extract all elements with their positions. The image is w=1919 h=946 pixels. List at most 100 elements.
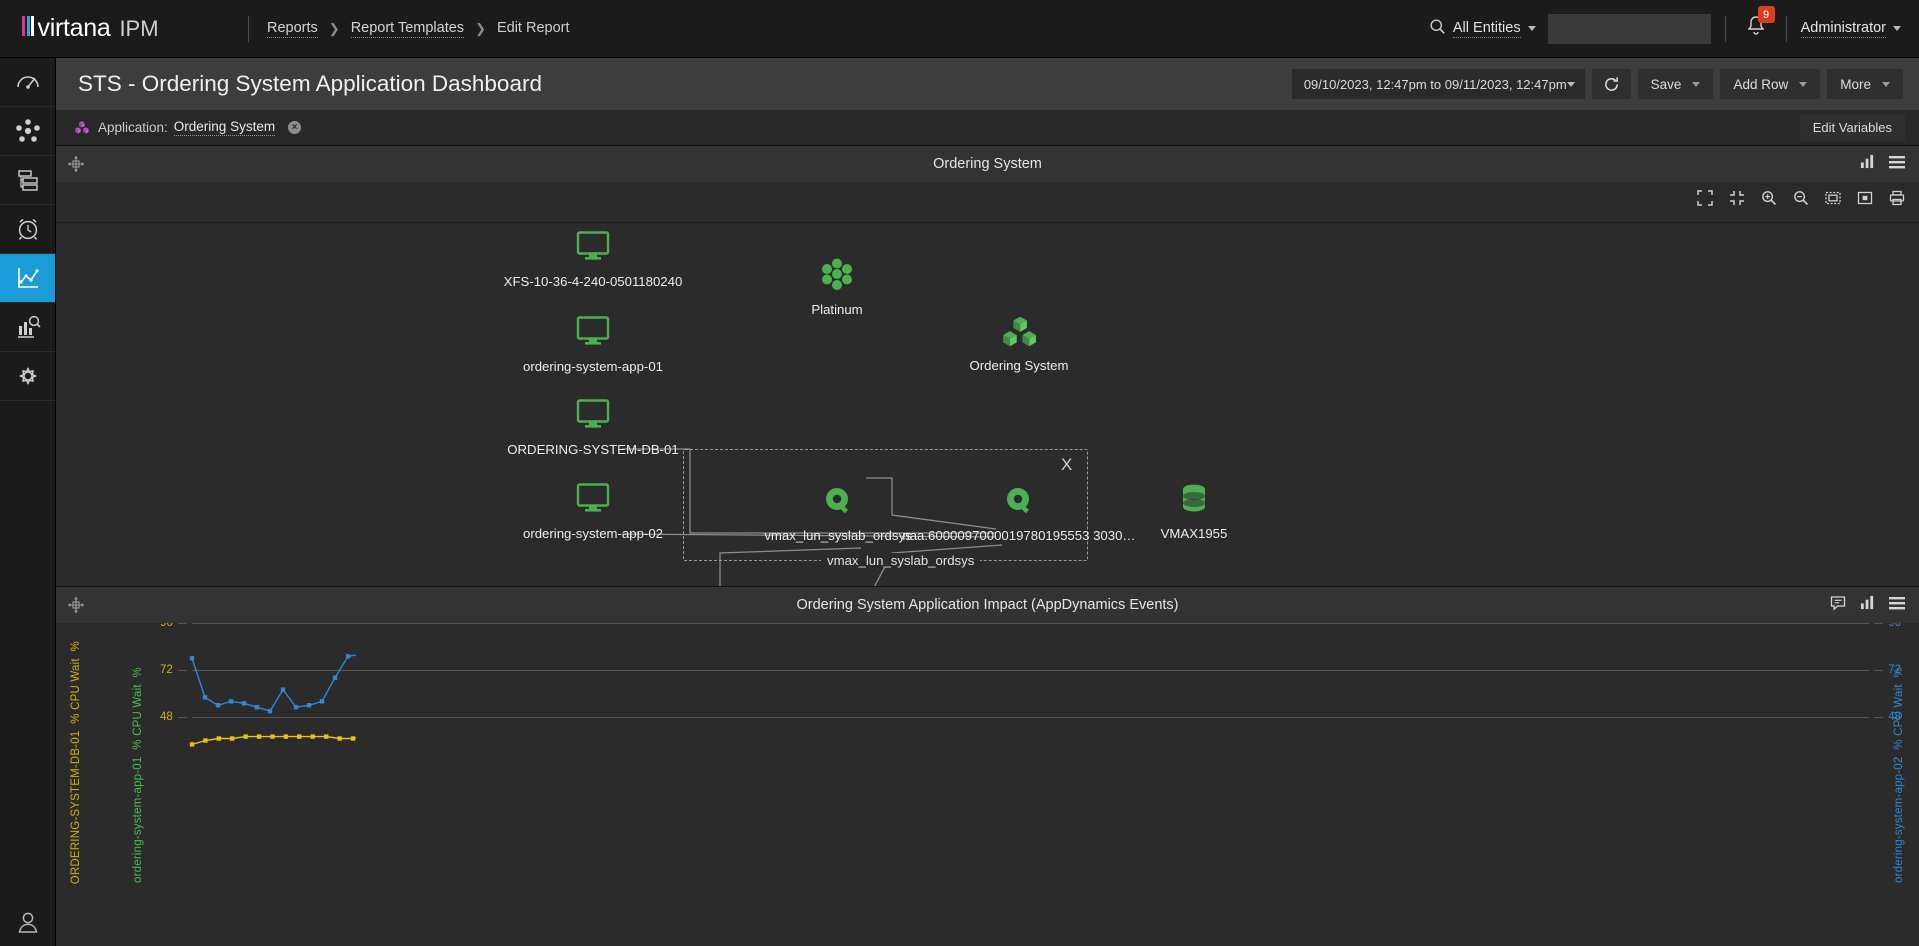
chart-data-point xyxy=(256,734,262,739)
annotation-icon[interactable] xyxy=(1830,595,1846,616)
search-icon[interactable] xyxy=(1429,18,1446,40)
date-range-picker[interactable]: 09/10/2023, 12:47pm to 09/11/2023, 12:47… xyxy=(1291,69,1585,99)
topology-node-application[interactable] xyxy=(997,315,1041,349)
app-body: STS - Ordering System Application Dashbo… xyxy=(0,58,1919,946)
sidebar-item-settings[interactable] xyxy=(0,352,55,401)
collapse-icon[interactable] xyxy=(1729,190,1745,211)
hamburger-menu-icon[interactable] xyxy=(1889,155,1905,174)
refresh-button[interactable] xyxy=(1591,69,1631,99)
chart-data-point xyxy=(337,736,342,741)
sidebar-item-topology[interactable] xyxy=(0,107,55,156)
topology-node-storage-array[interactable] xyxy=(1178,483,1210,517)
bar-chart-search-icon xyxy=(17,315,41,338)
variable-value[interactable]: Ordering System xyxy=(173,119,276,136)
chevron-down-icon[interactable] xyxy=(1882,81,1890,87)
bar-chart-icon[interactable] xyxy=(1860,154,1875,174)
topology-node-vm[interactable] xyxy=(561,231,625,261)
brand-product: IPM xyxy=(119,16,159,41)
chart-tickmark xyxy=(1874,717,1883,718)
topology-node-lun[interactable] xyxy=(822,485,854,517)
breadcrumb-item-edit-report: Edit Report xyxy=(496,20,570,36)
more-button[interactable]: More xyxy=(1827,69,1903,99)
chevron-down-icon[interactable] xyxy=(1799,81,1808,87)
print-icon[interactable] xyxy=(1889,190,1905,211)
topology-node-datastore-cluster[interactable] xyxy=(816,257,858,291)
add-row-button-label: Add Row xyxy=(1733,76,1789,92)
edit-variables-button[interactable]: Edit Variables xyxy=(1799,114,1905,141)
chevron-down-icon[interactable] xyxy=(1893,26,1901,31)
chart-ytick-right-1: 48 xyxy=(1888,711,1901,723)
chart-data-point xyxy=(241,701,247,706)
save-button[interactable]: Save xyxy=(1637,69,1714,99)
topology-node-label: Ordering System xyxy=(969,358,1069,373)
chart-widget: Ordering System Application Impact (AppD… xyxy=(56,587,1919,946)
topology-node-vm[interactable] xyxy=(561,316,625,346)
application-cubes-icon xyxy=(1003,316,1036,347)
chart-tickmark xyxy=(1874,623,1883,624)
chevron-down-icon xyxy=(1566,81,1575,87)
chart-gridline xyxy=(192,623,1869,624)
drag-handle-icon[interactable] xyxy=(66,595,86,615)
save-button-label: Save xyxy=(1650,76,1682,92)
chart-ytick-right-1: 96 xyxy=(1888,623,1901,629)
chevron-down-icon[interactable] xyxy=(1527,26,1536,31)
breadcrumb-item-report-templates[interactable]: Report Templates xyxy=(350,20,465,38)
chart-plot-area[interactable]: ORDERING-SYSTEM-DB-01 % CPU Wait % order… xyxy=(56,623,1919,946)
chevron-down-icon[interactable] xyxy=(1692,81,1701,87)
breadcrumb-separator-icon: ❯ xyxy=(475,20,486,36)
sidebar-item-infrastructure[interactable] xyxy=(0,156,55,205)
topology-node-label-wrap: Ordering System xyxy=(970,351,1069,375)
search-scope-dropdown[interactable]: All Entities xyxy=(1452,20,1521,38)
refresh-icon xyxy=(1604,76,1618,91)
monitor-icon xyxy=(576,231,610,260)
chart-data-point xyxy=(189,742,195,747)
top-navigation-bar: virtana IPM Reports ❯ Report Templates ❯… xyxy=(0,0,1919,58)
bar-chart-icon[interactable] xyxy=(1860,595,1875,615)
breadcrumb: Reports ❯ Report Templates ❯ Edit Report xyxy=(267,20,570,38)
storage-array-icon xyxy=(1183,484,1205,512)
notifications-button[interactable]: 9 xyxy=(1740,6,1775,42)
add-row-button[interactable]: Add Row xyxy=(1720,69,1821,99)
brand-logo[interactable]: virtana IPM xyxy=(0,14,230,43)
chart-gridline xyxy=(192,717,1869,718)
topology-node-label-wrap: vmax_lun_syslab_ordsys xyxy=(764,521,911,545)
topology-node-vm[interactable] xyxy=(561,399,625,429)
topology-group-close-icon[interactable]: X xyxy=(1061,455,1072,475)
fit-selection-icon[interactable] xyxy=(1825,190,1841,211)
search-input[interactable] xyxy=(1547,13,1711,44)
sidebar-item-dashboard[interactable] xyxy=(0,58,55,107)
zoom-in-icon[interactable] xyxy=(1761,190,1777,211)
page-title: STS - Ordering System Application Dashbo… xyxy=(78,71,542,96)
sidebar-item-analytics[interactable] xyxy=(0,303,55,352)
header-divider xyxy=(1724,15,1726,42)
drag-handle-icon[interactable] xyxy=(66,154,86,174)
sidebar-item-reports[interactable] xyxy=(0,254,55,303)
topology-node-vm[interactable] xyxy=(561,483,625,513)
sidebar-item-alarms[interactable] xyxy=(0,205,55,254)
alarm-clock-icon xyxy=(18,218,37,240)
chart-data-point xyxy=(345,654,351,659)
breadcrumb-item-reports[interactable]: Reports xyxy=(267,20,318,38)
datastore-cluster-icon xyxy=(822,258,852,290)
fit-screen-icon[interactable] xyxy=(1857,190,1873,211)
topology-node-label: XFS-10-36-4-240-0501180240 xyxy=(503,274,683,289)
clear-variable-icon[interactable]: × xyxy=(288,121,302,134)
topology-widget-title: Ordering System xyxy=(933,156,1042,172)
monitor-icon xyxy=(576,399,610,428)
topology-widget: Ordering System XFS-10-36-4-240-05011802… xyxy=(56,146,1919,587)
user-menu[interactable]: Administrator xyxy=(1800,20,1886,38)
infrastructure-icon xyxy=(17,170,38,191)
expand-fullscreen-icon[interactable] xyxy=(1697,190,1713,211)
topology-canvas[interactable]: XFS-10-36-4-240-0501180240 ordering-syst… xyxy=(56,222,1919,586)
hamburger-menu-icon[interactable] xyxy=(1889,596,1905,615)
chart-gridline xyxy=(192,670,1869,671)
chart-data-point xyxy=(230,736,235,741)
chart-ytick-right-1: 72 xyxy=(1888,664,1901,676)
chart-data-point xyxy=(215,703,221,708)
sidebar-item-user-profile[interactable] xyxy=(0,897,55,946)
topology-node-label: ORDERING-SYSTEM-DB-01 xyxy=(507,442,679,457)
topology-node-label: vmax_lun_syslab_ordsys xyxy=(764,528,912,543)
topology-node-lun[interactable] xyxy=(1003,485,1035,517)
chart-data-point xyxy=(324,734,329,739)
zoom-out-icon[interactable] xyxy=(1793,190,1809,211)
